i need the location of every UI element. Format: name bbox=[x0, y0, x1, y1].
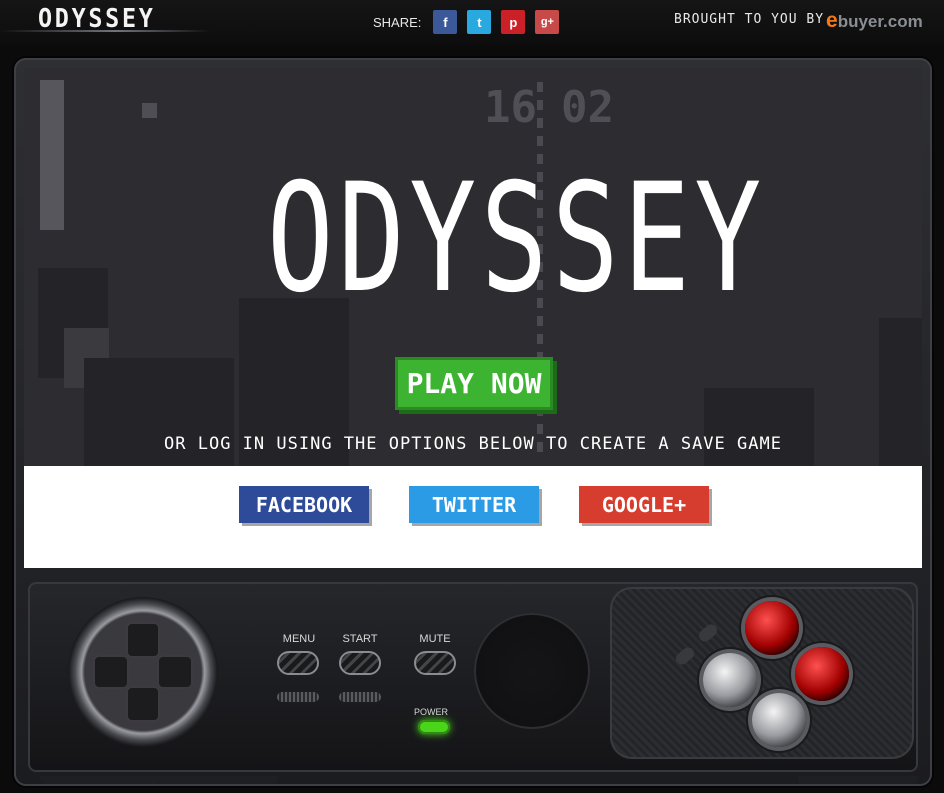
ball bbox=[142, 103, 157, 118]
mute-label: MUTE bbox=[419, 633, 451, 645]
silver-action-button[interactable] bbox=[703, 653, 757, 707]
twitter-login-button[interactable]: TWITTER bbox=[409, 486, 539, 523]
console-foot bbox=[798, 776, 918, 784]
paddle bbox=[40, 80, 64, 230]
login-hint: OR LOG IN USING THE OPTIONS BELOW TO CRE… bbox=[164, 434, 782, 454]
sponsor-logo[interactable]: ebuyer.com bbox=[826, 9, 923, 33]
google-plus-icon[interactable]: g+ bbox=[535, 10, 560, 34]
sponsor-initial: e bbox=[826, 9, 838, 32]
pinterest-icon[interactable]: p bbox=[501, 10, 526, 34]
start-button[interactable] bbox=[339, 651, 381, 675]
menu-label: MENU bbox=[282, 633, 316, 645]
silver-action-button[interactable] bbox=[752, 693, 806, 747]
share-label: SHARE: bbox=[373, 14, 422, 30]
dpad-right[interactable] bbox=[157, 655, 193, 689]
start-label: START bbox=[342, 633, 378, 645]
menu-grill bbox=[277, 692, 319, 702]
twitter-icon[interactable]: t bbox=[467, 10, 492, 34]
power-label: POWER bbox=[414, 707, 449, 717]
share-bar: SHARE: f t p g+ bbox=[373, 10, 560, 34]
dpad-down[interactable] bbox=[126, 686, 160, 722]
mute-button[interactable] bbox=[414, 651, 456, 675]
game-title: ODYSSEY bbox=[266, 152, 766, 326]
brought-by-text: BROUGHT TO YOU BY bbox=[674, 12, 825, 27]
facebook-login-button[interactable]: FACEBOOK bbox=[239, 486, 369, 523]
dpad[interactable] bbox=[93, 622, 193, 722]
power-button[interactable] bbox=[418, 720, 450, 734]
menu-button[interactable] bbox=[277, 651, 319, 675]
facebook-icon[interactable]: f bbox=[433, 10, 458, 34]
login-panel: FACEBOOK TWITTER GOOGLE+ bbox=[24, 466, 922, 568]
site-logo[interactable]: ODYSSEY bbox=[38, 4, 156, 34]
score-right: 02 bbox=[561, 82, 614, 133]
google-plus-login-button[interactable]: GOOGLE+ bbox=[579, 486, 709, 523]
speaker-grill bbox=[474, 613, 590, 729]
top-bar: ODYSSEY SHARE: f t p g+ BROUGHT TO YOU B… bbox=[0, 0, 944, 44]
console-foot bbox=[158, 776, 278, 784]
dpad-left[interactable] bbox=[93, 655, 129, 689]
console-foot bbox=[40, 776, 160, 784]
start-grill bbox=[339, 692, 381, 702]
play-now-button[interactable]: PLAY NOW bbox=[395, 357, 553, 410]
red-action-button[interactable] bbox=[795, 647, 849, 701]
bg-block bbox=[704, 388, 814, 468]
score-left: 16 bbox=[484, 82, 537, 133]
sponsor-name: buyer.com bbox=[837, 12, 923, 31]
red-action-button[interactable] bbox=[745, 601, 799, 655]
dpad-up[interactable] bbox=[126, 622, 160, 658]
game-screen: 16 02 ODYSSEY PLAY NOW OR LOG IN USING T… bbox=[24, 68, 922, 568]
